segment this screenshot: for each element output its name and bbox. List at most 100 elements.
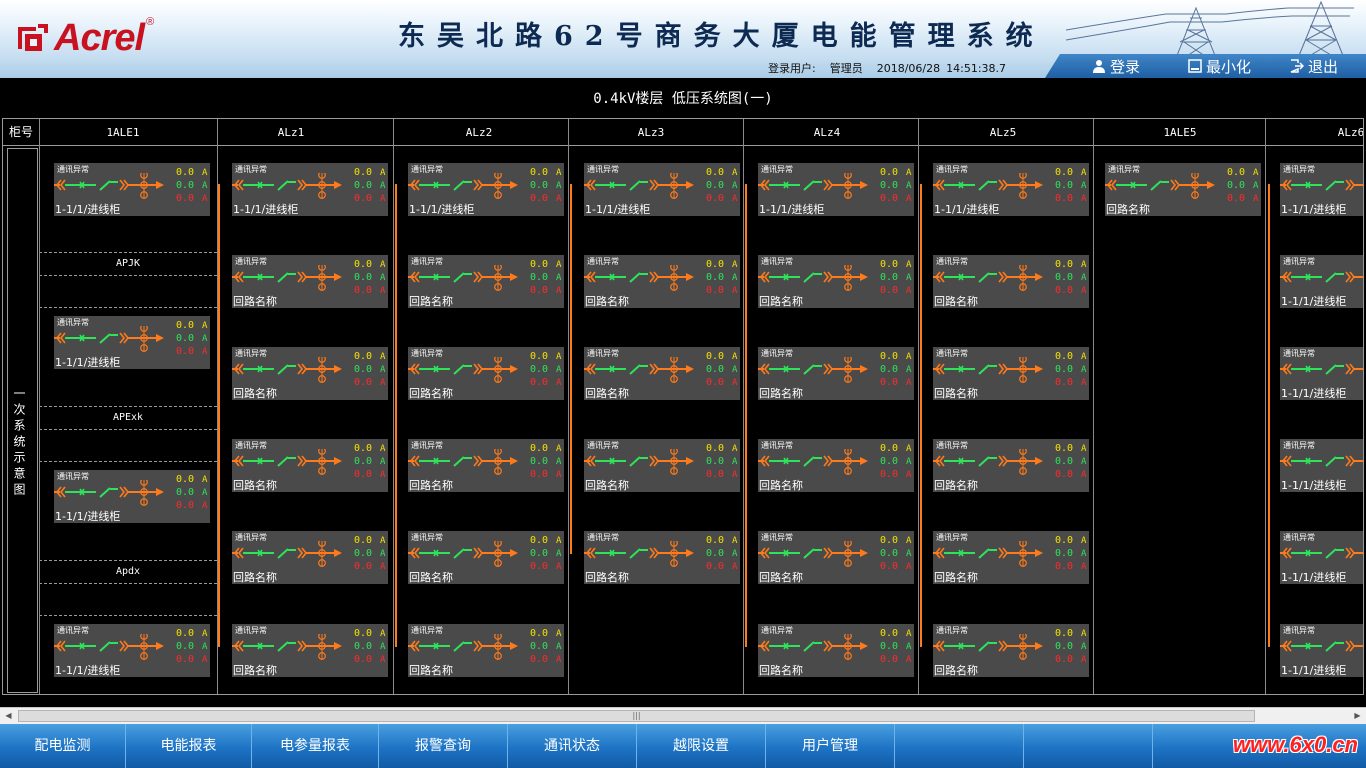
loop-module[interactable]: 通讯异常 0.0 A 0.0 A 0.0 A 回路名称 xyxy=(758,439,914,492)
loop-module[interactable]: 通讯异常0.0A0.0A0.0A1-1/1/进线柜 xyxy=(54,624,210,677)
loop-module[interactable]: 通讯异常 0.0 A 0.0 A 0.0 A 回路名称 xyxy=(584,439,740,492)
loop-name: 回路名称 xyxy=(934,479,978,492)
loop-module[interactable]: 通讯异常0.0A0.0A0.0A1-1/1/进线柜 xyxy=(584,163,740,216)
loop-module[interactable]: 通讯异常 0.0 A 0.0 A 0.0 A 回路名称 xyxy=(408,255,564,308)
current-value: 0.0 xyxy=(529,377,548,388)
current-unit: A xyxy=(202,642,208,652)
loop-module[interactable]: 通讯异常 0.0 A 0.0 A 0.0 A 回路名称 xyxy=(584,531,740,584)
loop-name: 回路名称 xyxy=(409,571,453,584)
loop-module[interactable]: 通讯异常 0.0 A 0.0 A 0.0 A 回路名称 xyxy=(933,531,1089,584)
loop-module[interactable]: 通讯异常 0.0 A 0.0 A 0.0 A 回路名称 xyxy=(408,439,564,492)
loop-symbol-icon xyxy=(933,357,1043,383)
nav-distribution-monitor[interactable]: 配电监测 xyxy=(0,724,126,768)
nav-user-management[interactable]: 用户管理 xyxy=(766,724,895,768)
current-value: 0.0 xyxy=(705,469,724,480)
loop-module[interactable]: 通讯异常 0.0 A 0.0 A 0.0 A 回路名称 xyxy=(232,347,388,400)
loop-module[interactable]: 通讯异常 0.0 A 0.0 A 0.0 A 回路名称 xyxy=(232,624,388,677)
current-value: 0.0 xyxy=(175,167,194,178)
watermark: www.6x0.cn xyxy=(1232,732,1358,757)
cabinet-label: 1ALE5 xyxy=(1163,126,1197,139)
bottom-nav: 配电监测 电能报表 电参量报表 报警查询 通讯状态 越限设置 用户管理 xyxy=(0,724,1366,768)
loop-module[interactable]: 通讯异常 0.0 A 0.0 A 0.0 A 回路名称 xyxy=(408,347,564,400)
loop-module[interactable]: 通讯异常 0.0 A 0.0 A 0.0 A 回路名称 xyxy=(758,255,914,308)
loop-module[interactable]: 通讯异常0.0A0.0A0.0A1-1/1/进线柜 xyxy=(1280,624,1363,677)
nav-empty-2[interactable] xyxy=(1024,724,1153,768)
loop-module[interactable]: 通讯异常 0.0 A 0.0 A 0.0 A 回路名称 xyxy=(232,439,388,492)
current-unit: A xyxy=(380,273,386,283)
current-value: 0.0 xyxy=(175,193,194,204)
loop-module[interactable]: 通讯异常 0.0 A 0.0 A 0.0 A 回路名称 xyxy=(408,531,564,584)
loop-module[interactable]: 通讯异常 0.0 A 0.0 A 0.0 A 回路名称 xyxy=(758,347,914,400)
horizontal-scrollbar[interactable]: ◀ ||| ▶ xyxy=(0,707,1366,724)
loop-module[interactable]: 通讯异常 0.0 A 0.0 A 0.0 A 回路名称 xyxy=(758,531,914,584)
current-unit: A xyxy=(1081,655,1087,665)
loop-module[interactable]: 通讯异常 0.0 A 0.0 A 0.0 A 回路名称 xyxy=(1105,163,1261,216)
nav-limit-settings[interactable]: 越限设置 xyxy=(637,724,766,768)
loop-module[interactable]: 通讯异常 0.0 A 0.0 A 0.0 A 回路名称 xyxy=(933,439,1089,492)
scroll-thumb[interactable]: ||| xyxy=(18,710,1255,722)
section-divider xyxy=(39,461,217,462)
loop-name: 回路名称 xyxy=(1106,203,1150,216)
exit-button[interactable]: 退出 xyxy=(1290,55,1338,77)
current-unit: A xyxy=(1081,536,1087,546)
loop-module[interactable]: 通讯异常0.0A0.0A0.0A1-1/1/进线柜 xyxy=(54,163,210,216)
scroll-right-icon[interactable]: ▶ xyxy=(1349,708,1366,724)
nav-parameter-report[interactable]: 电参量报表 xyxy=(252,724,379,768)
current-value: 0.0 xyxy=(879,469,898,480)
current-unit: A xyxy=(380,260,386,270)
login-time: 14:51:38.7 xyxy=(946,62,1007,75)
loop-name: 1-1/1/进线柜 xyxy=(409,203,475,216)
loop-module[interactable]: 通讯异常0.0A0.0A0.0A1-1/1/进线柜 xyxy=(232,163,388,216)
current-unit: A xyxy=(380,181,386,191)
current-value: 0.0 xyxy=(529,456,548,467)
loop-module[interactable]: 通讯异常 0.0 A 0.0 A 0.0 A 回路名称 xyxy=(758,624,914,677)
loop-module[interactable]: 通讯异常0.0A0.0A0.0A1-1/1/进线柜 xyxy=(1280,163,1363,216)
current-value: 0.0 xyxy=(175,333,194,344)
loop-module[interactable]: 通讯异常0.0A0.0A0.0A1-1/1/进线柜 xyxy=(758,163,914,216)
column-separator xyxy=(568,119,569,694)
scroll-left-icon[interactable]: ◀ xyxy=(0,708,17,724)
loop-module[interactable]: 通讯异常 0.0 A 0.0 A 0.0 A 回路名称 xyxy=(232,255,388,308)
loop-module[interactable]: 通讯异常 0.0 A 0.0 A 0.0 A 回路名称 xyxy=(232,531,388,584)
login-date: 2018/06/28 xyxy=(876,62,941,75)
busbar xyxy=(920,184,922,647)
loop-module[interactable]: 通讯异常0.0A0.0A0.0A1-1/1/进线柜 xyxy=(54,470,210,523)
app-title: 东吴北路62号商务大厦电能管理系统 xyxy=(398,21,1045,52)
nav-alarm-query[interactable]: 报警查询 xyxy=(379,724,508,768)
page-title: 0.4kV楼层 低压系统图(一) xyxy=(593,91,773,107)
loop-module[interactable]: 通讯异常0.0A0.0A0.0A1-1/1/进线柜 xyxy=(933,163,1089,216)
loop-module[interactable]: 通讯异常 0.0 A 0.0 A 0.0 A 回路名称 xyxy=(584,347,740,400)
nav-empty-1[interactable] xyxy=(895,724,1024,768)
login-label: 登录用户: xyxy=(768,62,816,75)
nav-energy-report[interactable]: 电能报表 xyxy=(126,724,252,768)
loop-module[interactable]: 通讯异常 0.0 A 0.0 A 0.0 A 回路名称 xyxy=(408,624,564,677)
minimize-button[interactable]: 最小化 xyxy=(1188,55,1251,77)
current-value: 0.0 xyxy=(175,628,194,639)
loop-symbol-icon xyxy=(232,449,342,475)
current-value: 0.0 xyxy=(705,351,724,362)
current-unit: A xyxy=(1081,260,1087,270)
loop-module[interactable]: 通讯异常 0.0 A 0.0 A 0.0 A 回路名称 xyxy=(933,255,1089,308)
loop-symbol-icon xyxy=(758,173,868,199)
login-button[interactable]: 登录 xyxy=(1092,55,1140,77)
loop-module[interactable]: 通讯异常 0.0 A 0.0 A 0.0 A 回路名称 xyxy=(933,347,1089,400)
current-value: 0.0 xyxy=(705,167,724,178)
current-unit: A xyxy=(1081,352,1087,362)
nav-comm-status[interactable]: 通讯状态 xyxy=(508,724,637,768)
loop-module[interactable]: 通讯异常0.0A0.0A0.0A1-1/1/进线柜 xyxy=(54,316,210,369)
current-value: 0.0 xyxy=(1054,548,1073,559)
current-value: 0.0 xyxy=(705,443,724,454)
loop-module[interactable]: 通讯异常0.0A0.0A0.0A1-1/1/进线柜 xyxy=(1280,531,1363,584)
loop-module[interactable]: 通讯异常0.0A0.0A0.0A1-1/1/进线柜 xyxy=(1280,439,1363,492)
loop-name: 回路名称 xyxy=(934,295,978,308)
loop-module[interactable]: 通讯异常0.0A0.0A0.0A1-1/1/进线柜 xyxy=(1280,255,1363,308)
loop-name: 1-1/1/进线柜 xyxy=(1281,387,1347,400)
loop-module[interactable]: 通讯异常 0.0 A 0.0 A 0.0 A 回路名称 xyxy=(933,624,1089,677)
loop-module[interactable]: 通讯异常 0.0 A 0.0 A 0.0 A 回路名称 xyxy=(584,255,740,308)
loop-module[interactable]: 通讯异常0.0A0.0A0.0A1-1/1/进线柜 xyxy=(1280,347,1363,400)
loop-module[interactable]: 通讯异常0.0A0.0A0.0A1-1/1/进线柜 xyxy=(408,163,564,216)
busbar xyxy=(745,184,747,647)
loop-name: 回路名称 xyxy=(585,387,629,400)
loop-symbol-icon xyxy=(584,449,694,475)
current-value: 0.0 xyxy=(353,377,372,388)
